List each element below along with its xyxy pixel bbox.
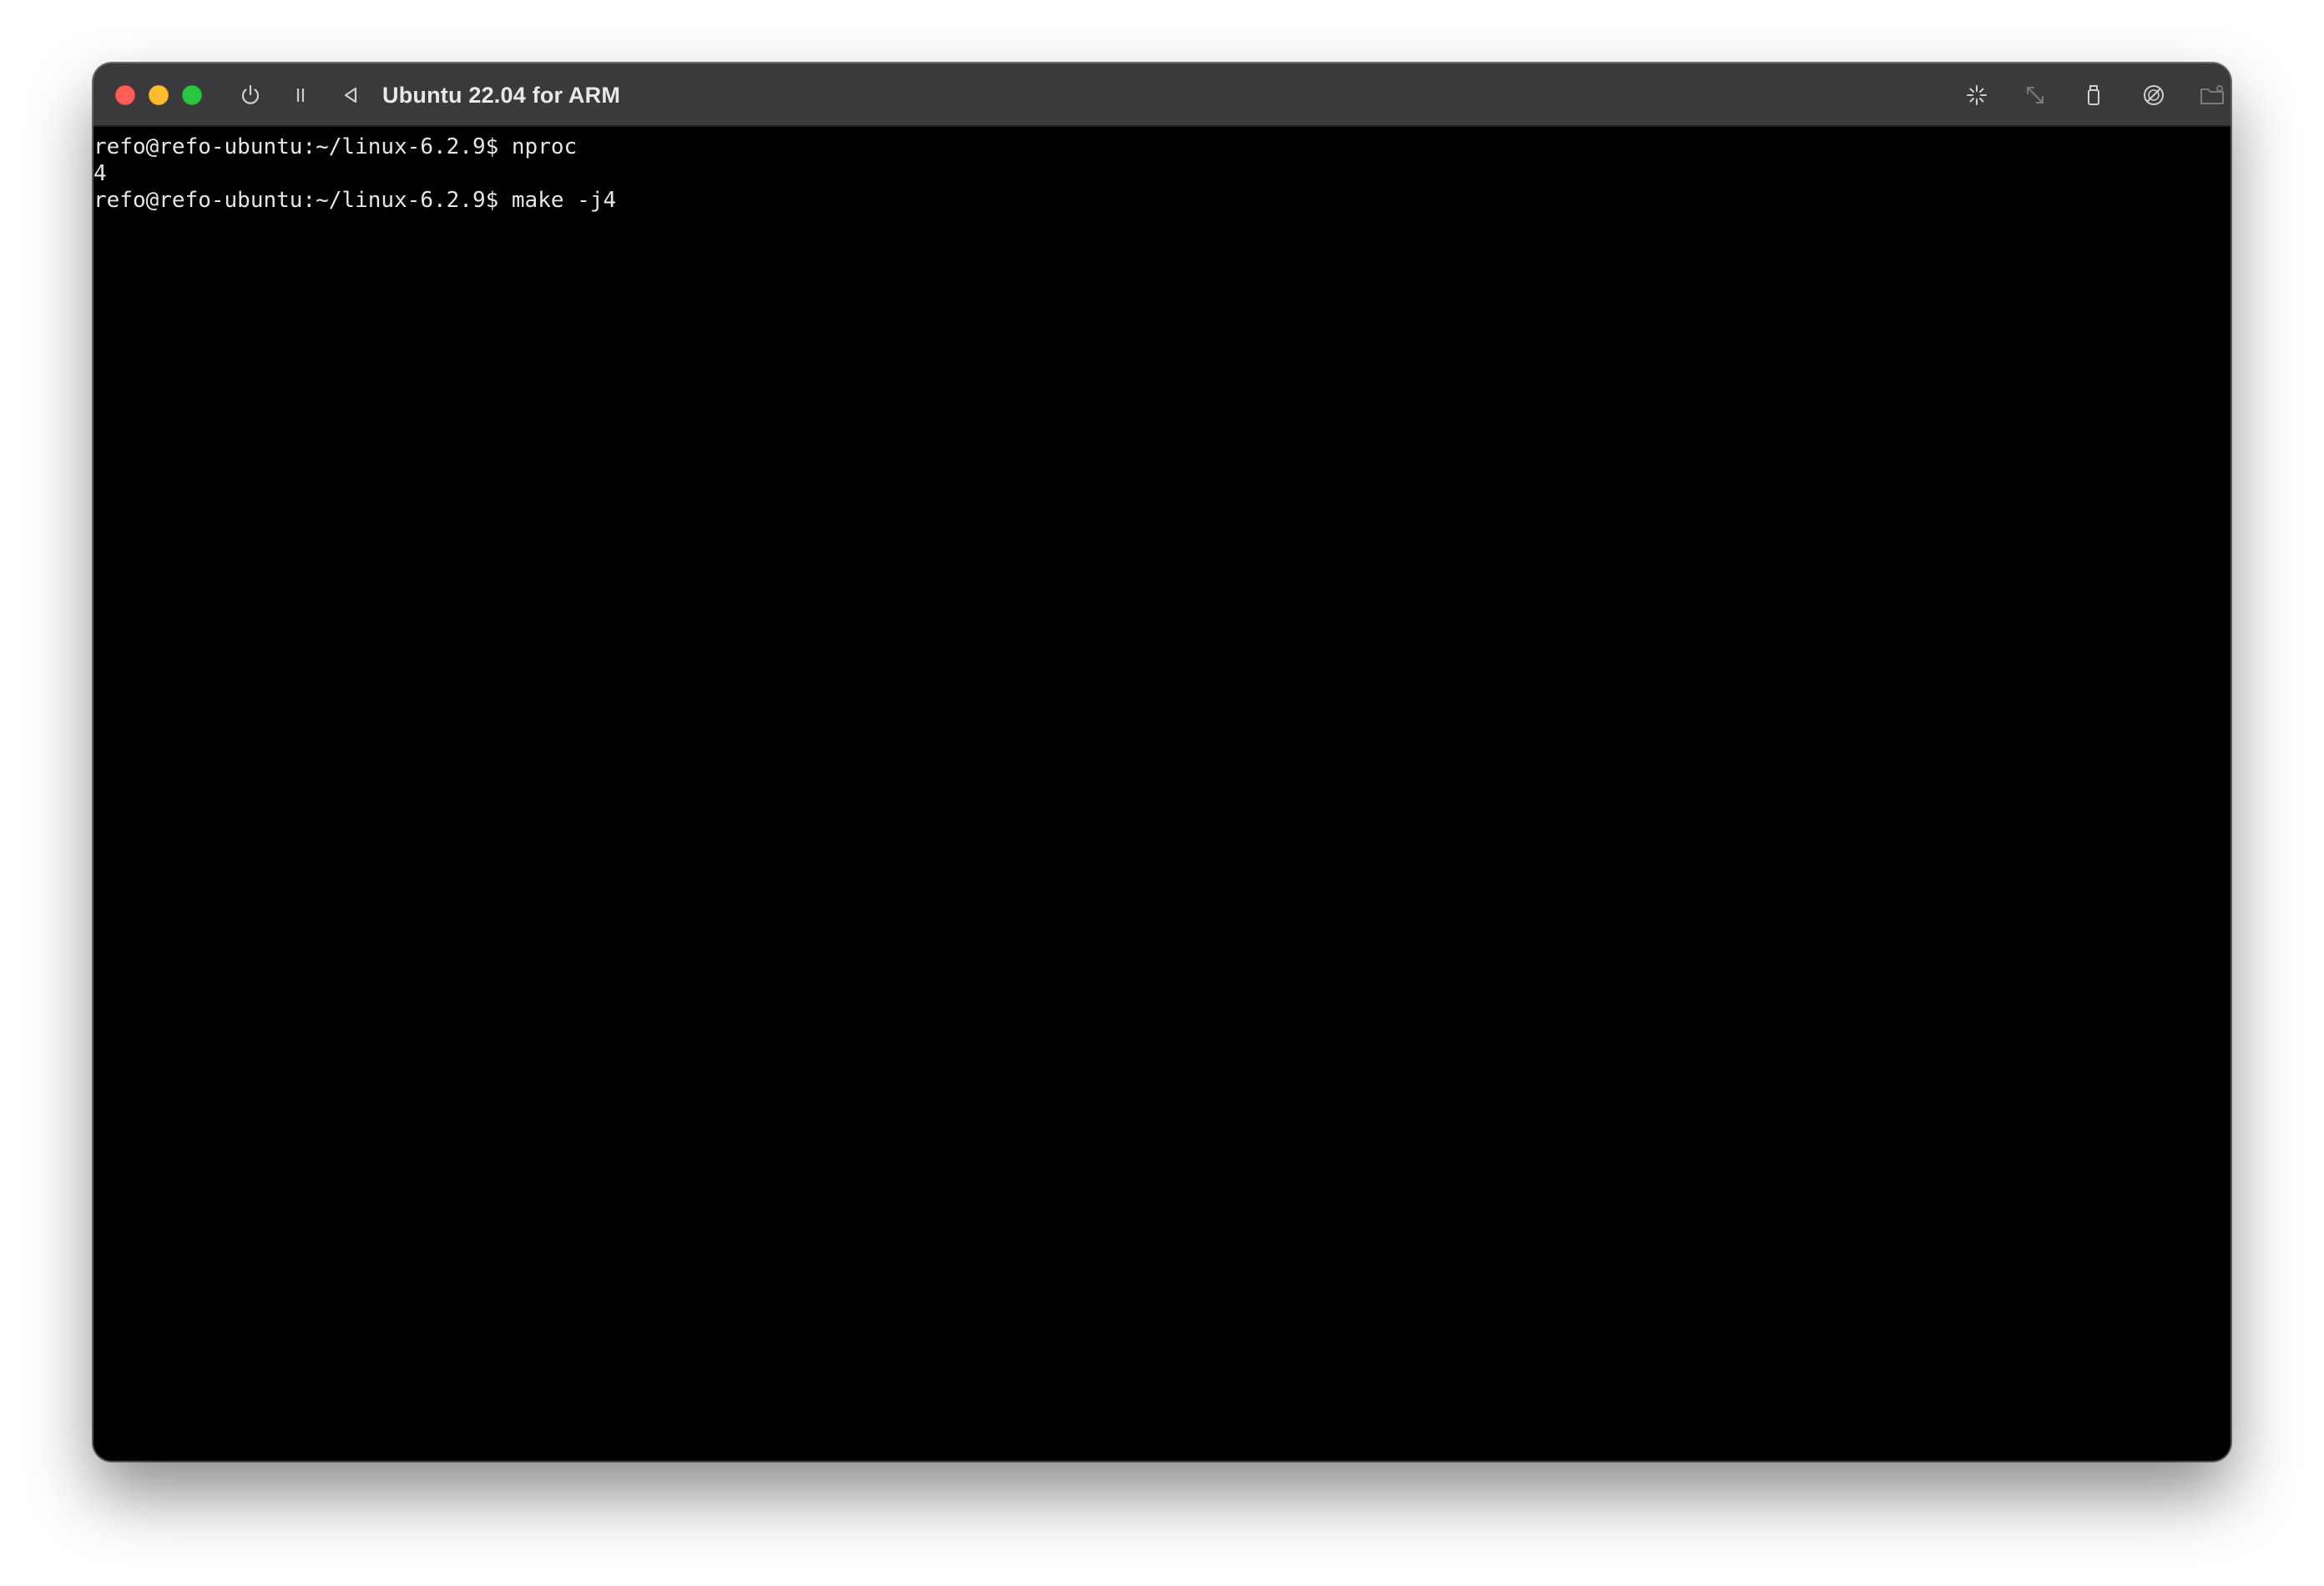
shared-folder-button[interactable] [2197, 80, 2227, 110]
terminal-line: 4 [93, 161, 107, 186]
maximize-button[interactable] [182, 85, 202, 105]
close-button[interactable] [115, 85, 135, 105]
sparkle-icon [1967, 85, 1987, 105]
back-button[interactable] [336, 80, 366, 110]
pointer-capture-button[interactable] [2139, 80, 2169, 110]
minimize-button[interactable] [149, 85, 169, 105]
power-button[interactable] [235, 80, 265, 110]
usb-icon [2088, 85, 2099, 105]
resize-icon [2027, 87, 2044, 104]
sparkle-button[interactable] [1962, 80, 1992, 110]
terminal-screen[interactable]: refo@refo-ubuntu:~/linux-6.2.9$ nproc 4 … [93, 127, 2231, 1461]
pause-button[interactable] [285, 80, 316, 110]
title-bar[interactable]: Ubuntu 22.04 for ARM [93, 63, 2231, 127]
usb-button[interactable] [2079, 80, 2109, 110]
window-title: Ubuntu 22.04 for ARM [382, 83, 621, 108]
pointer-capture-icon [2144, 85, 2164, 105]
terminal-line: refo@refo-ubuntu:~/linux-6.2.9$ make -j4 [93, 188, 617, 213]
power-icon [241, 84, 260, 104]
resize-button[interactable] [2020, 80, 2050, 110]
shared-folder-icon [2200, 85, 2224, 104]
terminal-line: refo@refo-ubuntu:~/linux-6.2.9$ nproc [93, 134, 578, 159]
back-icon [344, 87, 357, 104]
pause-icon [296, 88, 305, 103]
vm-window: Ubuntu 22.04 for ARM refo@refo-ubuntu:~/… [93, 63, 2231, 1461]
